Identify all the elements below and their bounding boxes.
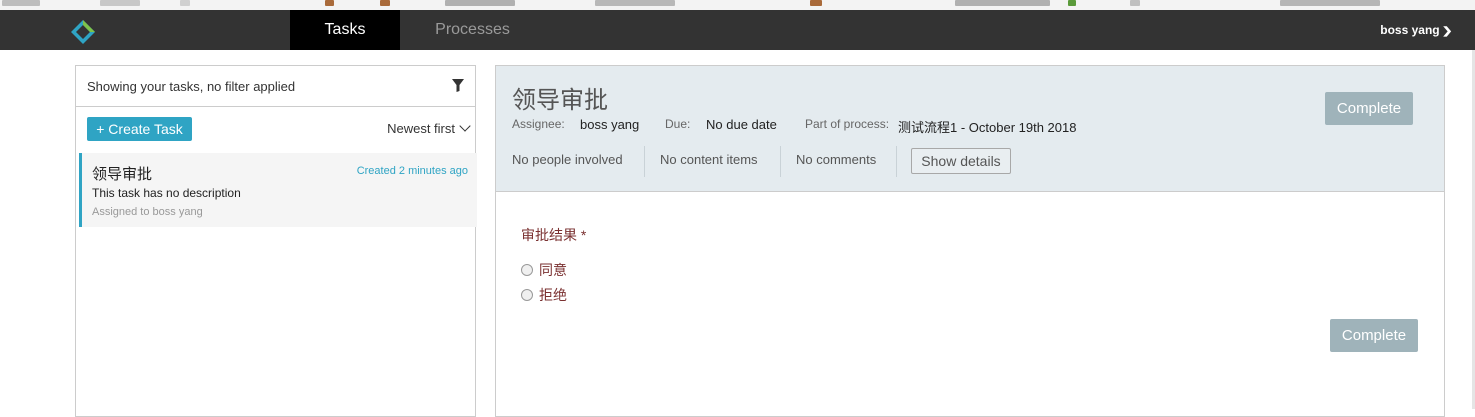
bookmark-icon[interactable] <box>325 0 334 6</box>
task-header: 领导审批 Assignee: boss yang Due: No due dat… <box>496 66 1444 192</box>
process-label: Part of process: <box>805 117 890 131</box>
content-items[interactable]: No content items <box>660 152 758 167</box>
process-link[interactable]: 测试流程1 - October 19th 2018 <box>898 117 1076 136</box>
list-item[interactable]: 领导审批 Created 2 minutes ago This task has… <box>79 153 477 227</box>
bookmark-item[interactable] <box>100 0 140 6</box>
radio-option-reject[interactable]: 拒绝 <box>521 285 567 305</box>
form-complete-button[interactable]: Complete <box>1330 319 1418 352</box>
due-value[interactable]: No due date <box>706 117 777 132</box>
bookmark-icon[interactable] <box>810 0 822 6</box>
bookmark-item[interactable] <box>1130 0 1140 6</box>
page-title: 领导审批 <box>512 87 608 114</box>
bookmark-icon[interactable] <box>380 0 390 6</box>
bookmark-item[interactable] <box>955 0 1050 6</box>
bookmark-item[interactable] <box>180 0 190 6</box>
chevron-down-icon <box>459 120 471 132</box>
chevron-down-icon: ❯ <box>1441 26 1453 37</box>
task-item-assignee: Assigned to boss yang <box>92 206 203 218</box>
radio-label: 拒绝 <box>539 287 567 303</box>
active-tab-caret-icon <box>337 40 353 47</box>
task-item-description: This task has no description <box>92 186 241 200</box>
filter-summary: Showing your tasks, no filter applied <box>87 79 296 94</box>
top-navbar: Tasks Processes boss yang ❯ <box>0 10 1475 50</box>
user-name: boss yang <box>1380 23 1440 37</box>
divider <box>644 146 645 177</box>
tab-processes[interactable]: Processes <box>420 10 525 50</box>
task-item-created: Created 2 minutes ago <box>356 165 468 177</box>
divider <box>780 146 781 177</box>
bookmark-item[interactable] <box>445 0 515 6</box>
filter-icon[interactable] <box>451 78 465 93</box>
form-field-label: 审批结果 * <box>521 227 587 243</box>
show-details-button[interactable]: Show details <box>911 148 1011 174</box>
due-label: Due: <box>665 117 691 131</box>
user-menu[interactable]: boss yang ❯ <box>1380 10 1453 50</box>
radio-option-approve[interactable]: 同意 <box>521 260 567 280</box>
radio-label: 同意 <box>539 262 567 278</box>
bookmark-item[interactable] <box>2 0 40 6</box>
complete-button[interactable]: Complete <box>1325 92 1413 125</box>
task-item-title: 领导审批 <box>92 166 153 183</box>
bookmark-item[interactable] <box>595 0 675 6</box>
app-logo-icon[interactable] <box>70 19 96 45</box>
bookmark-icon[interactable] <box>1068 0 1076 6</box>
assignee-value[interactable]: boss yang <box>580 117 639 132</box>
people-involved[interactable]: No people involved <box>512 152 623 167</box>
task-detail-panel: 领导审批 Assignee: boss yang Due: No due dat… <box>495 65 1445 417</box>
create-task-button[interactable]: + Create Task <box>87 117 192 141</box>
radio-button[interactable] <box>521 264 533 277</box>
divider <box>896 146 897 177</box>
bookmark-item[interactable] <box>1280 0 1380 6</box>
task-list-panel: Showing your tasks, no filter applied + … <box>75 65 477 417</box>
radio-button[interactable] <box>521 289 533 302</box>
assignee-label: Assignee: <box>512 117 565 131</box>
filter-bar[interactable]: Showing your tasks, no filter applied <box>76 66 475 107</box>
comments[interactable]: No comments <box>796 152 876 167</box>
sort-dropdown[interactable]: Newest first <box>387 120 471 136</box>
sort-label: Newest first <box>387 121 455 136</box>
